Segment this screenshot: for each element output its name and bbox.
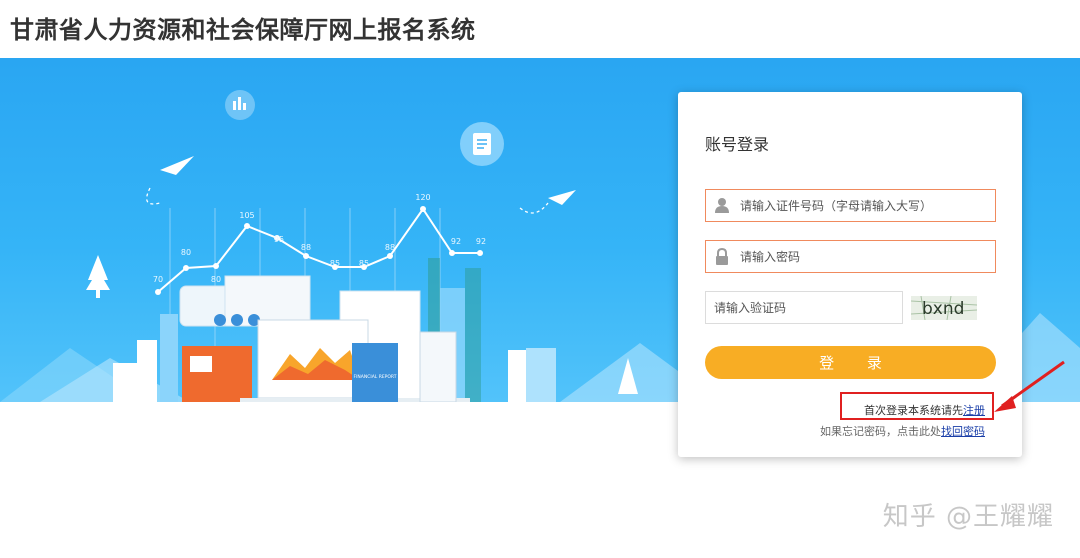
forgot-password-link[interactable]: 找回密码	[941, 425, 985, 438]
paper-plane-icon	[160, 156, 194, 175]
site-header: 甘肃省人力资源和社会保障厅网上报名系统	[0, 0, 1080, 58]
captcha-input[interactable]	[714, 292, 899, 323]
id-number-input[interactable]	[740, 190, 990, 221]
watermark: 知乎 @王耀耀	[882, 502, 1054, 532]
chart-label: 85	[330, 259, 340, 268]
forgot-password-hint: 如果忘记密码，点击此处找回密码	[820, 423, 985, 439]
login-title: 账号登录	[705, 135, 770, 154]
chart-label: 92	[476, 237, 486, 246]
password-input[interactable]	[740, 241, 990, 272]
annotation-arrow-icon	[994, 360, 1065, 412]
chart-label: 92	[451, 237, 461, 246]
login-button[interactable]: 登 录	[705, 346, 996, 379]
chart-label: 85	[359, 259, 369, 268]
password-field[interactable]	[705, 240, 996, 273]
chart-label: 105	[239, 211, 254, 220]
user-icon	[715, 198, 729, 213]
annotation-highlight-box	[840, 392, 994, 420]
chart-label: 80	[211, 275, 221, 284]
forgot-prefix: 如果忘记密码，点击此处	[820, 425, 941, 438]
page-title: 甘肃省人力资源和社会保障厅网上报名系统	[10, 16, 476, 44]
chart-label: 95	[274, 235, 284, 244]
chart-label: 88	[301, 243, 311, 252]
financial-report-caption: FINANCIAL REPORT	[354, 374, 397, 380]
chart-label: 80	[181, 248, 191, 257]
captcha-text: bxnd	[922, 299, 964, 319]
paper-plane-icon	[548, 190, 576, 205]
chart-label: 70	[153, 275, 163, 284]
captcha-field[interactable]	[705, 291, 903, 324]
chart-label: 88	[385, 243, 395, 252]
captcha-image[interactable]: bxnd	[911, 296, 977, 320]
lock-icon	[716, 248, 728, 265]
id-number-field[interactable]	[705, 189, 996, 222]
chart-label: 120	[415, 193, 430, 202]
